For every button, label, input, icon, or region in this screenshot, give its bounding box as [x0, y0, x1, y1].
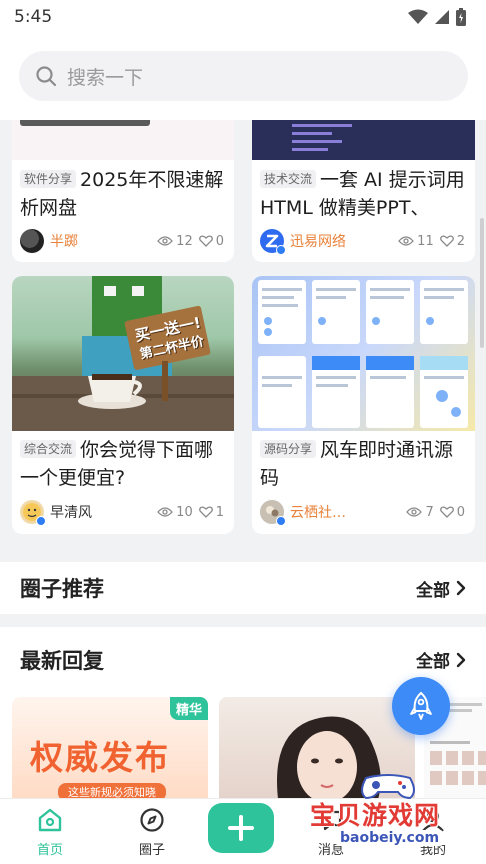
status-bar: 5:45 [0, 0, 486, 34]
post-stats: 12 0 [157, 234, 224, 249]
avatar[interactable] [20, 500, 46, 526]
view-count: 10 [176, 504, 193, 520]
nav-home-label: 首页 [36, 843, 63, 858]
search-input[interactable]: 搜索一下 [19, 51, 468, 101]
verified-badge [36, 516, 46, 526]
view-all-label: 全部 [416, 580, 450, 601]
floating-rocket-button[interactable] [392, 677, 450, 735]
verified-badge [276, 245, 286, 255]
post-title: 软件分享 2025年不限速解析网盘 [20, 166, 226, 222]
battery-icon [456, 8, 466, 26]
chevron-right-icon [456, 580, 466, 596]
post-meta: 早清风 10 1 [20, 499, 224, 526]
like-count: 1 [215, 504, 224, 520]
signal-icon [435, 10, 449, 24]
nav-circle-label: 圈子 [138, 843, 165, 858]
like-count: 2 [456, 233, 465, 249]
post-title: 源码分享 风车即时通讯源码 [260, 436, 467, 492]
featured-badge: 精华 [169, 697, 208, 720]
eye-icon [157, 507, 174, 517]
heart-icon[interactable] [439, 235, 454, 247]
scrollbar[interactable] [480, 218, 484, 348]
add-post-button[interactable] [208, 803, 274, 853]
author-name[interactable]: 云栖社… [290, 502, 406, 522]
post-card[interactable]: 技术交流一套 AI 提示词用HTML 做精美PPT、简… 迅易网络 11 2 [252, 120, 475, 262]
view-count: 7 [425, 504, 434, 520]
section-title: 圈子推荐 [20, 577, 104, 601]
view-all-replies-button[interactable]: 全部 [416, 647, 466, 672]
watermark-url: baobeiy.com [336, 830, 444, 846]
post-title: 技术交流一套 AI 提示词用HTML 做精美PPT、简… [260, 166, 467, 222]
post-tag: 源码分享 [260, 440, 317, 458]
post-tag: 软件分享 [20, 170, 77, 188]
post-tag: 综合交流 [20, 440, 77, 458]
rocket-icon [410, 691, 432, 720]
section-title: 最新回复 [20, 648, 104, 673]
nav-circle[interactable]: 圈子 [122, 807, 182, 858]
post-image [12, 120, 234, 160]
post-title: 综合交流 你会觉得下面哪一个更便宜? [20, 436, 226, 492]
watermark-logo: 宝贝游戏网 baobeiy.com [300, 772, 470, 860]
post-card[interactable]: 买一送一! 第二杯半价 综合交流 你会觉得下面哪一个更便宜? 早清风 10 1 [12, 276, 234, 534]
post-stats: 7 0 [406, 505, 465, 520]
post-image [252, 276, 475, 431]
post-meta: 半踯 12 0 [20, 228, 224, 254]
view-count: 11 [417, 233, 434, 249]
watermark-text: 宝贝游戏网 [310, 801, 441, 830]
post-image: 买一送一! 第二杯半价 [12, 276, 234, 431]
search-placeholder: 搜索一下 [67, 66, 144, 89]
app-screenshots-illustration [258, 280, 468, 428]
verified-badge [276, 516, 286, 526]
author-name[interactable]: 迅易网络 [290, 231, 398, 251]
screen: 5:45 搜索一下 软件分享 2025年不限速解析网盘 半踯 12 0 技术交流… [0, 0, 486, 864]
plus-icon [228, 815, 254, 841]
post-card[interactable]: 软件分享 2025年不限速解析网盘 半踯 12 0 [12, 120, 234, 262]
author-name[interactable]: 早清风 [50, 502, 157, 522]
compass-icon [140, 808, 164, 832]
like-count: 0 [215, 233, 224, 249]
view-all-circles-button[interactable]: 全部 [416, 576, 466, 601]
post-meta: 迅易网络 11 2 [260, 228, 465, 255]
author-name[interactable]: 半踯 [50, 231, 157, 251]
home-icon [38, 808, 62, 832]
status-time: 5:45 [14, 7, 53, 27]
status-icons [408, 8, 466, 26]
post-stats: 11 2 [398, 234, 465, 249]
heart-icon[interactable] [198, 235, 213, 247]
avatar[interactable] [260, 229, 286, 255]
post-image [252, 120, 475, 160]
eye-icon [157, 236, 174, 246]
nav-home[interactable]: 首页 [20, 807, 80, 858]
search-icon [36, 66, 57, 87]
reply-card[interactable]: 精华 权威发布 这些新规必须知晓 [12, 697, 208, 802]
chevron-right-icon [456, 652, 466, 667]
pixel-art-illustration [12, 276, 234, 431]
heart-icon[interactable] [439, 506, 454, 518]
post-stats: 10 1 [157, 505, 224, 520]
eye-icon [398, 236, 415, 246]
search-bar-area: 搜索一下 [0, 34, 486, 120]
avatar[interactable] [260, 500, 286, 526]
view-all-label: 全部 [416, 652, 450, 672]
post-tag: 技术交流 [260, 170, 317, 188]
like-count: 0 [456, 504, 465, 520]
reply-card-headline: 权威发布 [30, 738, 170, 777]
post-card[interactable]: 源码分享 风车即时通讯源码 云栖社… 7 0 [252, 276, 475, 534]
wifi-icon [408, 9, 428, 24]
view-count: 12 [176, 233, 193, 249]
post-meta: 云栖社… 7 0 [260, 499, 465, 526]
avatar[interactable] [20, 229, 44, 253]
heart-icon[interactable] [198, 506, 213, 518]
circles-section-header: 圈子推荐 全部 [0, 562, 486, 614]
eye-icon [406, 507, 423, 517]
